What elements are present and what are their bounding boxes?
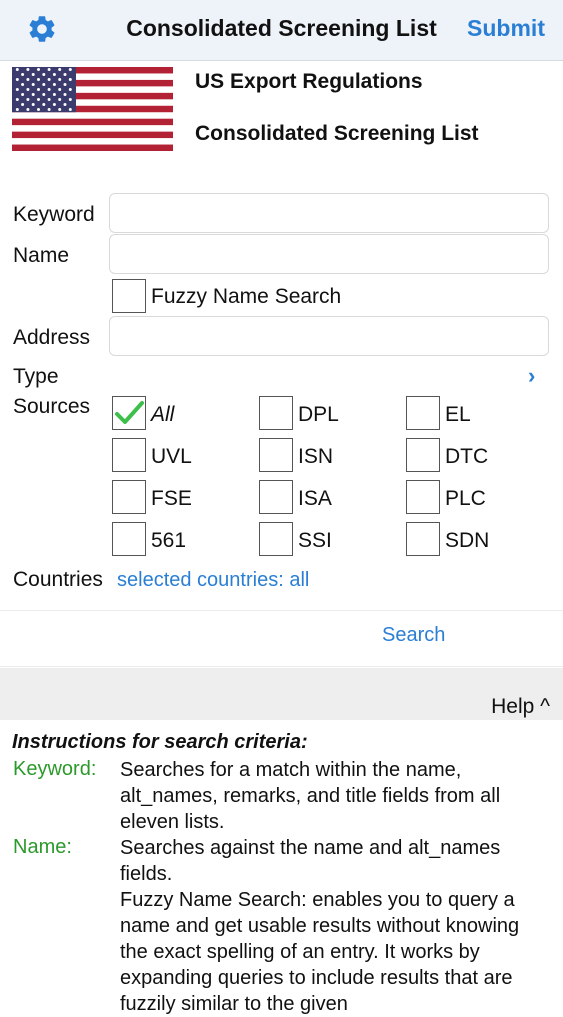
source-label-isn: ISN: [298, 445, 334, 468]
source-checkbox-plc[interactable]: [406, 480, 440, 514]
fuzzy-name-search-checkbox[interactable]: [112, 279, 146, 313]
source-checkbox-fse[interactable]: [112, 480, 146, 514]
sources-label: Sources: [13, 395, 91, 418]
source-checkbox-dpl[interactable]: [259, 396, 293, 430]
divider: [0, 610, 563, 611]
countries-selector-link[interactable]: selected countries: all: [117, 569, 309, 592]
source-checkbox-dtc[interactable]: [406, 438, 440, 472]
source-label-el: EL: [445, 403, 471, 426]
type-label: Type: [13, 365, 59, 388]
source-checkbox-el[interactable]: [406, 396, 440, 430]
instruction-text-keyword: Searches for a match within the name, al…: [120, 759, 501, 833]
instruction-text-name: Searches against the name and alt_names …: [120, 837, 501, 885]
fuzzy-name-search-label: Fuzzy Name Search: [151, 285, 342, 308]
source-label-uvl: UVL: [151, 445, 192, 468]
chevron-right-icon[interactable]: ›: [528, 363, 535, 389]
source-label-isa: ISA: [298, 487, 332, 510]
header-line-1: US Export Regulations: [195, 70, 423, 93]
source-checkbox-sdn[interactable]: [406, 522, 440, 556]
source-label-all: All: [151, 403, 175, 426]
us-flag-icon: [12, 67, 173, 151]
search-button[interactable]: Search: [382, 624, 445, 647]
source-label-sdn: SDN: [445, 529, 490, 552]
instructions-title: Instructions for search criteria:: [12, 731, 308, 753]
source-label-fse: FSE: [151, 487, 192, 510]
source-checkbox-uvl[interactable]: [112, 438, 146, 472]
keyword-label: Keyword: [13, 203, 95, 226]
source-label-plc: PLC: [445, 487, 486, 510]
source-checkbox-isn[interactable]: [259, 438, 293, 472]
instruction-term-name: Name:: [13, 836, 72, 858]
submit-button[interactable]: Submit: [467, 15, 545, 42]
help-toggle[interactable]: Help ^: [491, 695, 550, 719]
checkmark-icon: [115, 401, 144, 424]
address-label: Address: [13, 326, 91, 349]
source-checkbox-isa[interactable]: [259, 480, 293, 514]
source-label-ssi: SSI: [298, 529, 332, 552]
keyword-input[interactable]: [109, 193, 549, 233]
navigation-bar: Consolidated Screening List Submit: [0, 0, 563, 61]
address-input[interactable]: [109, 316, 549, 356]
source-checkbox-all[interactable]: [112, 396, 146, 430]
instruction-text-fuzzy: Fuzzy Name Search: enables you to query …: [120, 889, 520, 1015]
section-separator: [0, 668, 563, 720]
header-line-2: Consolidated Screening List: [195, 122, 479, 145]
source-label-561: 561: [151, 529, 187, 552]
divider: [0, 666, 563, 667]
countries-label: Countries: [13, 568, 103, 591]
name-label: Name: [13, 244, 70, 267]
instruction-term-keyword: Keyword:: [13, 758, 97, 780]
source-checkbox-561[interactable]: [112, 522, 146, 556]
source-label-dtc: DTC: [445, 445, 489, 468]
name-input[interactable]: [109, 234, 549, 274]
source-checkbox-ssi[interactable]: [259, 522, 293, 556]
source-label-dpl: DPL: [298, 403, 339, 426]
